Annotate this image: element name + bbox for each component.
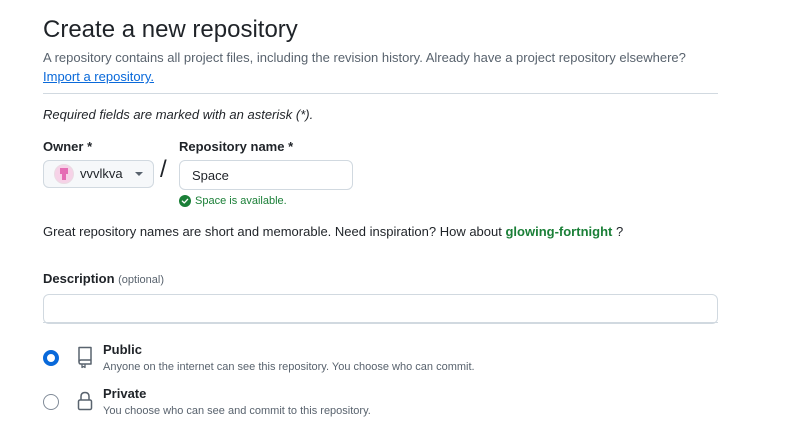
- visibility-option-public[interactable]: Public Anyone on the internet can see th…: [43, 341, 718, 377]
- visibility-option-private[interactable]: Private You choose who can see and commi…: [43, 385, 718, 421]
- check-circle-icon: [179, 195, 191, 207]
- suggestion-prefix: Great repository names are short and mem…: [43, 224, 502, 239]
- optional-hint: (optional): [118, 274, 164, 286]
- owner-name: vvvlkva: [80, 166, 123, 181]
- public-description: Anyone on the internet can see this repo…: [103, 361, 475, 373]
- suggestion-suffix: ?: [612, 224, 624, 239]
- description-label: Description (optional): [43, 270, 718, 289]
- public-radio[interactable]: [43, 350, 59, 366]
- repo-icon: [78, 346, 92, 369]
- owner-dropdown-button[interactable]: vvvlkva: [43, 160, 154, 188]
- new-repo-form: Create a new repository A repository con…: [43, 14, 718, 417]
- availability-message: Space is available.: [179, 194, 353, 208]
- create-repository-page: Create a new repository A repository con…: [0, 0, 807, 425]
- suggested-name-button[interactable]: glowing-fortnight: [505, 224, 612, 239]
- public-text: Public Anyone on the internet can see th…: [103, 341, 475, 375]
- avatar: [54, 164, 74, 184]
- import-repository-link[interactable]: Import a repository.: [43, 68, 154, 86]
- visibility-divider: [43, 322, 718, 323]
- private-title: Private: [103, 386, 147, 401]
- public-title: Public: [103, 342, 143, 357]
- private-text: Private You choose who can see and commi…: [103, 385, 371, 419]
- description-input[interactable]: [43, 294, 718, 324]
- repository-name-field: Repository name * Space is available.: [179, 138, 353, 208]
- description-field: Description (optional): [43, 270, 718, 324]
- owner-label: Owner *: [43, 139, 93, 154]
- page-title: Create a new repository: [43, 16, 298, 43]
- name-suggestion: Great repository names are short and mem…: [43, 223, 623, 241]
- required-fields-note: Required fields are marked with an aster…: [43, 107, 314, 122]
- caret-down-icon: [134, 172, 143, 176]
- owner-field: Owner * vvvlkva: [43, 138, 154, 188]
- private-description: You choose who can see and commit to thi…: [103, 405, 371, 417]
- page-subtitle: A repository contains all project files,…: [43, 50, 686, 65]
- private-radio[interactable]: [43, 394, 59, 410]
- lock-icon: [77, 391, 93, 411]
- owner-repo-separator: /: [160, 156, 167, 183]
- owner-repo-row: Owner * vvvlkva / Repository name * Spac…: [43, 138, 718, 218]
- repository-name-input[interactable]: [179, 160, 353, 190]
- header-divider: [43, 93, 718, 94]
- availability-text: Space is available.: [195, 195, 287, 207]
- description-label-text: Description: [43, 271, 115, 286]
- repository-name-label: Repository name *: [179, 139, 294, 154]
